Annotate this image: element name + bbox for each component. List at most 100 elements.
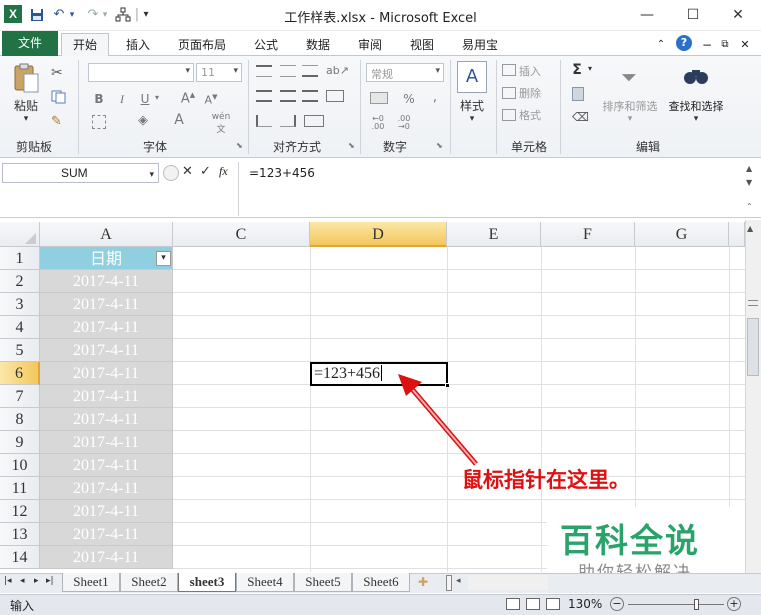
- date-cell[interactable]: 2017-4-11: [40, 316, 173, 339]
- row-header-8[interactable]: 8: [0, 408, 40, 431]
- zoom-level[interactable]: 130%: [568, 597, 602, 611]
- formula-input[interactable]: =123+456: [238, 162, 743, 216]
- find-select-button[interactable]: 查找和选择: [664, 98, 728, 114]
- align-left-icon[interactable]: [256, 90, 272, 102]
- merge-center-icon[interactable]: [304, 115, 324, 127]
- tab-formulas[interactable]: 公式: [248, 34, 284, 56]
- autosum-button[interactable]: Σ: [570, 62, 584, 78]
- font-dialog-launcher-icon[interactable]: ⬊: [236, 141, 244, 150]
- row-header-4[interactable]: 4: [0, 316, 40, 339]
- font-size-dropdown[interactable]: 11 ▾: [196, 63, 242, 82]
- font-grow-button[interactable]: A▲: [178, 91, 198, 106]
- help-icon[interactable]: ?: [676, 35, 692, 51]
- scroll-up-icon[interactable]: ▲: [747, 224, 759, 233]
- date-cell[interactable]: 2017-4-11: [40, 270, 173, 293]
- sheet-nav-next-icon[interactable]: ▸: [34, 576, 39, 586]
- font-name-dropdown[interactable]: ▾: [88, 63, 194, 82]
- column-header-f[interactable]: F: [541, 222, 635, 247]
- row-header-9[interactable]: 9: [0, 431, 40, 454]
- row-header-13[interactable]: 13: [0, 523, 40, 546]
- date-cell[interactable]: 2017-4-11: [40, 500, 173, 523]
- align-right-icon[interactable]: [302, 90, 318, 102]
- doc-restore-icon[interactable]: ⧉: [718, 34, 732, 56]
- page-break-view-icon[interactable]: [546, 598, 560, 610]
- column-header-e[interactable]: E: [447, 222, 541, 247]
- date-cell[interactable]: 2017-4-11: [40, 477, 173, 500]
- split-handle-icon[interactable]: [748, 300, 758, 306]
- ribbon-collapse-icon[interactable]: ⌃: [653, 34, 669, 56]
- formula-resize-handle-icon[interactable]: [163, 165, 179, 181]
- sheet-tab-sheet4[interactable]: Sheet4: [236, 573, 294, 592]
- row-header-1[interactable]: 1: [0, 247, 40, 270]
- column-header-g[interactable]: G: [635, 222, 729, 247]
- close-button[interactable]: ✕: [715, 0, 761, 30]
- tab-page-layout[interactable]: 页面布局: [172, 34, 232, 56]
- formula-scroll-down-icon[interactable]: ▼: [746, 178, 758, 187]
- page-layout-view-icon[interactable]: [526, 598, 540, 610]
- formula-expand-icon[interactable]: ⌃: [746, 202, 758, 211]
- sheet-tab-sheet5[interactable]: Sheet5: [294, 573, 352, 592]
- underline-dropdown-icon[interactable]: ▾: [153, 93, 161, 102]
- increase-decimal-button[interactable]: ←0.00: [368, 115, 388, 131]
- cut-icon[interactable]: ✂: [51, 65, 67, 81]
- name-box[interactable]: SUM ▾: [2, 163, 159, 183]
- number-dialog-launcher-icon[interactable]: ⬊: [436, 141, 444, 150]
- copy-icon[interactable]: [51, 90, 67, 104]
- cell-a1-header[interactable]: 日期: [40, 247, 173, 270]
- alignment-dialog-launcher-icon[interactable]: ⬊: [348, 141, 356, 150]
- insert-function-button[interactable]: fx: [219, 164, 235, 179]
- sheet-nav-prev-icon[interactable]: ◂: [20, 576, 25, 586]
- row-header-5[interactable]: 5: [0, 339, 40, 362]
- decrease-indent-icon[interactable]: [256, 115, 272, 127]
- sheet-nav-last-icon[interactable]: ▸|: [46, 576, 54, 586]
- align-bottom-icon[interactable]: [302, 65, 318, 77]
- sheet-nav-first-icon[interactable]: |◂: [4, 576, 12, 586]
- tab-review[interactable]: 审阅: [352, 34, 388, 56]
- date-cell[interactable]: 2017-4-11: [40, 293, 173, 316]
- decrease-decimal-button[interactable]: .00 →0: [394, 115, 414, 131]
- formula-scroll-up-icon[interactable]: ▲: [746, 164, 758, 173]
- column-header-d[interactable]: D: [310, 222, 447, 247]
- percent-button[interactable]: %: [402, 92, 416, 106]
- delete-cells-icon[interactable]: [502, 87, 516, 99]
- delete-cells-button[interactable]: 删除: [519, 85, 549, 101]
- number-format-dropdown[interactable]: 常规 ▾: [366, 63, 444, 82]
- vertical-scrollbar[interactable]: [745, 220, 761, 573]
- tab-insert[interactable]: 插入: [118, 34, 158, 56]
- zoom-slider-thumb[interactable]: [694, 599, 699, 610]
- doc-minimize-icon[interactable]: −: [700, 34, 714, 56]
- horizontal-scrollbar[interactable]: [468, 575, 548, 590]
- styles-button[interactable]: 样式: [452, 97, 492, 114]
- date-cell[interactable]: 2017-4-11: [40, 408, 173, 431]
- sheet-tab-sheet1[interactable]: Sheet1: [62, 573, 120, 592]
- format-cells-icon[interactable]: [502, 109, 516, 121]
- underline-button[interactable]: U: [138, 92, 152, 106]
- format-painter-icon[interactable]: ✎: [51, 114, 67, 130]
- comma-button[interactable]: ,: [430, 90, 440, 105]
- insert-cells-icon[interactable]: [502, 64, 516, 76]
- zoom-in-icon[interactable]: +: [727, 597, 741, 611]
- paste-dropdown-icon[interactable]: ▾: [19, 114, 33, 124]
- sort-filter-button[interactable]: 排序和筛选: [598, 98, 662, 114]
- date-cell[interactable]: 2017-4-11: [40, 431, 173, 454]
- row-header-6[interactable]: 6: [0, 362, 40, 385]
- borders-icon[interactable]: [92, 115, 106, 129]
- fill-icon[interactable]: [572, 87, 584, 101]
- fill-color-icon[interactable]: ◈: [138, 113, 156, 131]
- select-all-corner[interactable]: [0, 222, 40, 247]
- new-sheet-icon[interactable]: ✚: [418, 575, 438, 591]
- insert-cells-button[interactable]: 插入: [519, 63, 549, 79]
- sheet-tab-sheet2[interactable]: Sheet2: [120, 573, 178, 592]
- sort-filter-icon[interactable]: ⏷: [614, 62, 644, 94]
- wrap-text-icon[interactable]: [326, 90, 344, 102]
- styles-icon[interactable]: A: [457, 61, 487, 93]
- autosum-dropdown-icon[interactable]: ▾: [586, 64, 594, 73]
- format-cells-button[interactable]: 格式: [519, 107, 549, 123]
- date-cell[interactable]: 2017-4-11: [40, 339, 173, 362]
- tab-data[interactable]: 数据: [300, 34, 336, 56]
- tab-home[interactable]: 开始: [61, 33, 109, 57]
- styles-dropdown-icon[interactable]: ▾: [466, 114, 478, 124]
- confirm-entry-button[interactable]: ✓: [200, 164, 214, 179]
- row-header-2[interactable]: 2: [0, 270, 40, 293]
- find-select-dropdown-icon[interactable]: ▾: [690, 114, 702, 124]
